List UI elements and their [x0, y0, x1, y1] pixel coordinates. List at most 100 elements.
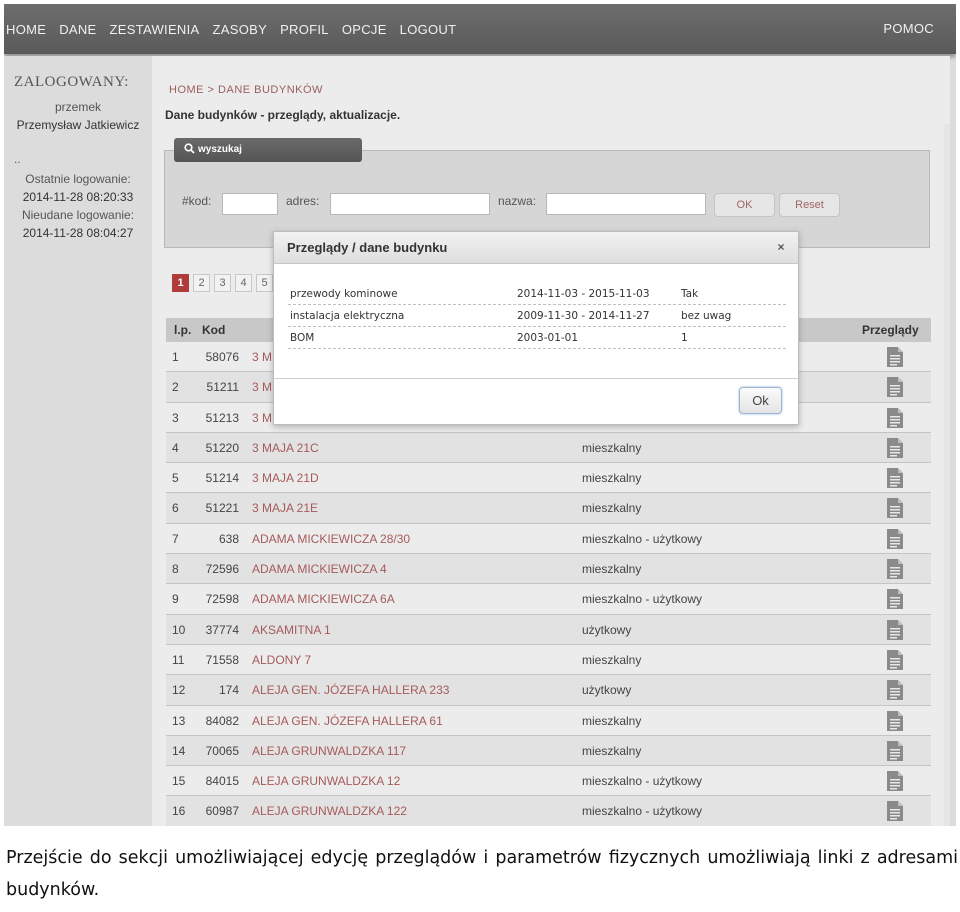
sidebar: ZALOGOWANY: przemek Przemysław Jatkiewic… [4, 56, 152, 826]
document-icon[interactable] [886, 528, 904, 552]
nav-profil[interactable]: PROFIL [280, 22, 329, 37]
document-icon[interactable] [886, 498, 904, 521]
row-lp: 14 [172, 743, 186, 758]
row-address-link[interactable]: 3 M [252, 350, 272, 364]
row-type: mieszkalny [582, 562, 642, 577]
document-icon[interactable] [886, 619, 904, 643]
kod-input[interactable] [222, 193, 278, 215]
document-icon[interactable] [886, 680, 904, 703]
inspection-row: przewody kominowe 2014-11-03 - 2015-11-0… [288, 283, 786, 305]
header-lp[interactable]: l.p. [174, 323, 191, 337]
row-type: mieszkalny [582, 743, 642, 758]
table-row: 16 60987 ALEJA GRUNWALDZKA 122 mieszkalno -… [166, 796, 931, 826]
row-address-link[interactable]: ALEJA GRUNWALDZKA 117 [252, 744, 406, 758]
inspection-result: Tak [681, 288, 699, 300]
document-icon[interactable] [886, 589, 904, 612]
row-type: użytkowy [582, 683, 632, 698]
page-2-button[interactable]: 2 [193, 274, 210, 292]
nav-dane[interactable]: DANE [59, 22, 96, 37]
row-kod: 51220 [205, 440, 239, 455]
header-przeglady: Przeglądy [862, 323, 919, 337]
nav-logout[interactable]: LOGOUT [400, 22, 457, 37]
document-icon[interactable] [886, 468, 904, 491]
document-icon[interactable] [886, 649, 904, 673]
close-icon[interactable]: × [774, 240, 788, 254]
row-kod: 51211 [206, 380, 239, 395]
nav-help[interactable]: POMOC [883, 4, 934, 54]
document-icon[interactable] [886, 710, 904, 734]
search-reset-button[interactable]: Reset [779, 193, 840, 217]
row-type: mieszkalno - użytkowy [582, 774, 703, 789]
page-5-button[interactable]: 5 [256, 274, 273, 292]
table-row: 15 84015 ALEJA GRUNWALDZKA 12 mieszkalno - … [166, 766, 931, 797]
search-tab-label: wyszukaj [198, 144, 242, 155]
document-icon[interactable] [886, 559, 904, 582]
row-address-link[interactable]: ALEJA GEN. JÓZEFA HALLERA 61 [252, 714, 443, 728]
row-kod: 60987 [205, 804, 239, 819]
row-address-link[interactable]: ALEJA GRUNWALDZKA 122 [252, 804, 407, 818]
inspection-name: instalacja elektryczna [290, 310, 405, 322]
breadcrumb[interactable]: HOME > DANE BUDYNKÓW [169, 84, 323, 96]
row-kod: 58076 [205, 350, 239, 364]
row-address-link[interactable]: 3 M [252, 380, 272, 394]
document-icon[interactable] [886, 377, 904, 400]
page-4-button[interactable]: 4 [235, 274, 252, 292]
row-kod: 84082 [205, 713, 239, 728]
adres-input[interactable] [330, 193, 490, 215]
row-lp: 3 [172, 410, 179, 425]
row-address-link[interactable]: ALDONY 7 [252, 653, 311, 667]
separator-dots: .. [14, 152, 21, 166]
inspection-row: BOM 2003-01-01 1 [288, 327, 786, 349]
row-address-link[interactable]: ALEJA GRUNWALDZKA 12 [252, 774, 400, 788]
row-address-link[interactable]: AKSAMITNA 1 [252, 623, 331, 637]
row-kod: 51221 [205, 501, 239, 516]
row-type: mieszkalny [582, 713, 642, 728]
row-kod: 37774 [205, 622, 239, 637]
dialog-ok-button[interactable]: Ok [739, 387, 782, 414]
page-1-button[interactable]: 1 [172, 274, 189, 292]
table-row: 6 51221 3 MAJA 21E mieszkalny [166, 493, 931, 524]
row-kod: 51213 [205, 410, 239, 425]
nazwa-input[interactable] [546, 193, 706, 215]
search-ok-button[interactable]: OK [714, 193, 775, 217]
nav-home[interactable]: HOME [6, 22, 46, 37]
row-address-link[interactable]: ADAMA MICKIEWICZA 28/30 [252, 532, 410, 546]
row-address-link[interactable]: 3 MAJA 21D [252, 471, 319, 485]
nav-opcje[interactable]: OPCJE [342, 22, 387, 37]
row-address-link[interactable]: 3 MAJA 21C [252, 441, 319, 455]
row-lp: 7 [172, 531, 179, 546]
row-address-link[interactable]: ALEJA GEN. JÓZEFA HALLERA 233 [252, 683, 449, 697]
row-lp: 13 [172, 713, 186, 728]
search-icon [184, 143, 195, 154]
inspection-result: bez uwag [681, 310, 732, 322]
row-type: mieszkalny [582, 501, 642, 516]
last-login-label: Ostatnie logowanie: [25, 172, 131, 186]
document-icon[interactable] [886, 437, 904, 461]
document-icon[interactable] [886, 771, 904, 794]
inspection-name: BOM [290, 332, 315, 344]
page-3-button[interactable]: 3 [214, 274, 231, 292]
row-kod: 51214 [205, 471, 239, 486]
row-lp: 4 [172, 440, 179, 455]
last-login-value: 2014-11-28 08:20:33 [22, 190, 134, 204]
nav-zestawienia[interactable]: ZESTAWIENIA [110, 22, 200, 37]
row-address-link[interactable]: ADAMA MICKIEWICZA 4 [252, 562, 387, 576]
document-icon[interactable] [886, 740, 904, 764]
document-icon[interactable] [886, 347, 904, 370]
row-address-link[interactable]: 3 M [252, 411, 272, 425]
row-kod: 638 [218, 531, 239, 546]
search-tab[interactable]: wyszukaj [174, 138, 362, 162]
document-icon[interactable] [886, 407, 904, 431]
failed-login-value: 2014-11-28 08:04:27 [22, 226, 134, 240]
nav-zasoby[interactable]: ZASOBY [213, 22, 268, 37]
dialog-title: Przeglądy / dane budynku [287, 240, 448, 255]
inspection-result: 1 [681, 332, 688, 344]
row-type: mieszkalno - użytkowy [582, 804, 703, 819]
table-row: 5 51214 3 MAJA 21D mieszkalny [166, 463, 931, 494]
table-row: 8 72596 ADAMA MICKIEWICZA 4 mieszkalny [166, 554, 931, 585]
row-address-link[interactable]: 3 MAJA 21E [252, 501, 318, 515]
row-address-link[interactable]: ADAMA MICKIEWICZA 6A [252, 592, 395, 606]
document-icon[interactable] [886, 801, 904, 824]
scrollbar[interactable] [944, 124, 950, 826]
header-kod[interactable]: Kod [202, 323, 225, 337]
